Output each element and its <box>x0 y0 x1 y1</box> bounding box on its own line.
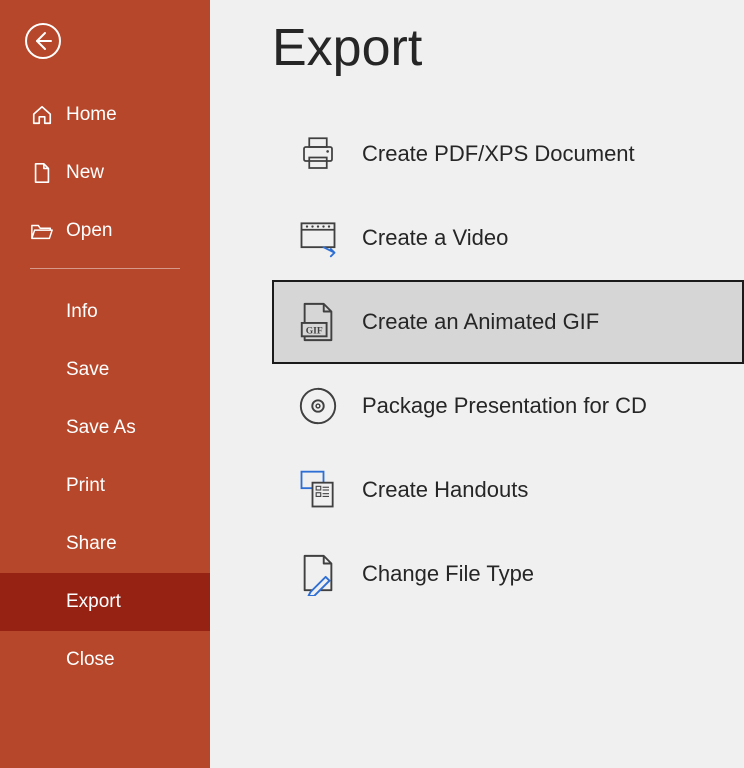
sidebar-divider <box>30 268 180 269</box>
export-option-label: Create Handouts <box>362 477 726 503</box>
sidebar-item-label: New <box>66 162 104 184</box>
sidebar-item-new[interactable]: New <box>0 144 210 202</box>
sidebar-item-label: Print <box>66 475 105 497</box>
folder-open-icon <box>30 221 54 241</box>
page-title: Export <box>272 18 744 78</box>
back-button[interactable] <box>24 22 62 60</box>
sidebar-item-label: Home <box>66 104 117 126</box>
page-icon <box>30 162 54 184</box>
sidebar-item-label: Save <box>66 359 109 381</box>
export-option-cd[interactable]: Package Presentation for CD <box>272 364 744 448</box>
sidebar-top-section: Home New Open <box>0 86 210 260</box>
export-option-label: Create a Video <box>362 225 726 251</box>
export-option-label: Change File Type <box>362 561 726 587</box>
sidebar-item-label: Close <box>66 649 115 671</box>
sidebar-item-label: Open <box>66 220 112 242</box>
sidebar-item-open[interactable]: Open <box>0 202 210 260</box>
sidebar-item-label: Save As <box>66 417 136 439</box>
sidebar-item-share[interactable]: Share <box>0 515 210 573</box>
sidebar-item-label: Info <box>66 301 98 323</box>
export-option-handouts[interactable]: Create Handouts <box>272 448 744 532</box>
sidebar-item-info[interactable]: Info <box>0 283 210 341</box>
export-option-label: Create an Animated GIF <box>362 309 726 335</box>
export-option-gif[interactable]: GIF Create an Animated GIF <box>272 280 744 364</box>
export-option-label: Package Presentation for CD <box>362 393 726 419</box>
sidebar-item-print[interactable]: Print <box>0 457 210 515</box>
video-icon <box>290 217 346 259</box>
export-options-list: Create PDF/XPS Document Create a Video <box>272 112 744 616</box>
sidebar: Home New Open Info Save Save As Print Sh… <box>0 0 210 768</box>
back-arrow-icon <box>24 22 62 60</box>
gif-icon: GIF <box>290 300 346 344</box>
sidebar-item-label: Share <box>66 533 117 555</box>
sidebar-item-export[interactable]: Export <box>0 573 210 631</box>
change-file-type-icon <box>290 552 346 596</box>
handouts-icon <box>290 468 346 512</box>
svg-text:GIF: GIF <box>306 325 323 336</box>
cd-icon <box>290 385 346 427</box>
export-option-pdfxps[interactable]: Create PDF/XPS Document <box>272 112 744 196</box>
sidebar-item-save-as[interactable]: Save As <box>0 399 210 457</box>
printer-icon <box>290 133 346 175</box>
sidebar-item-label: Export <box>66 591 121 613</box>
export-option-change-file-type[interactable]: Change File Type <box>272 532 744 616</box>
export-option-label: Create PDF/XPS Document <box>362 141 726 167</box>
export-option-video[interactable]: Create a Video <box>272 196 744 280</box>
sidebar-item-close[interactable]: Close <box>0 631 210 689</box>
sidebar-item-home[interactable]: Home <box>0 86 210 144</box>
home-icon <box>30 104 54 126</box>
sidebar-item-save[interactable]: Save <box>0 341 210 399</box>
main-panel: Export Create PDF/XPS Document <box>210 0 744 768</box>
